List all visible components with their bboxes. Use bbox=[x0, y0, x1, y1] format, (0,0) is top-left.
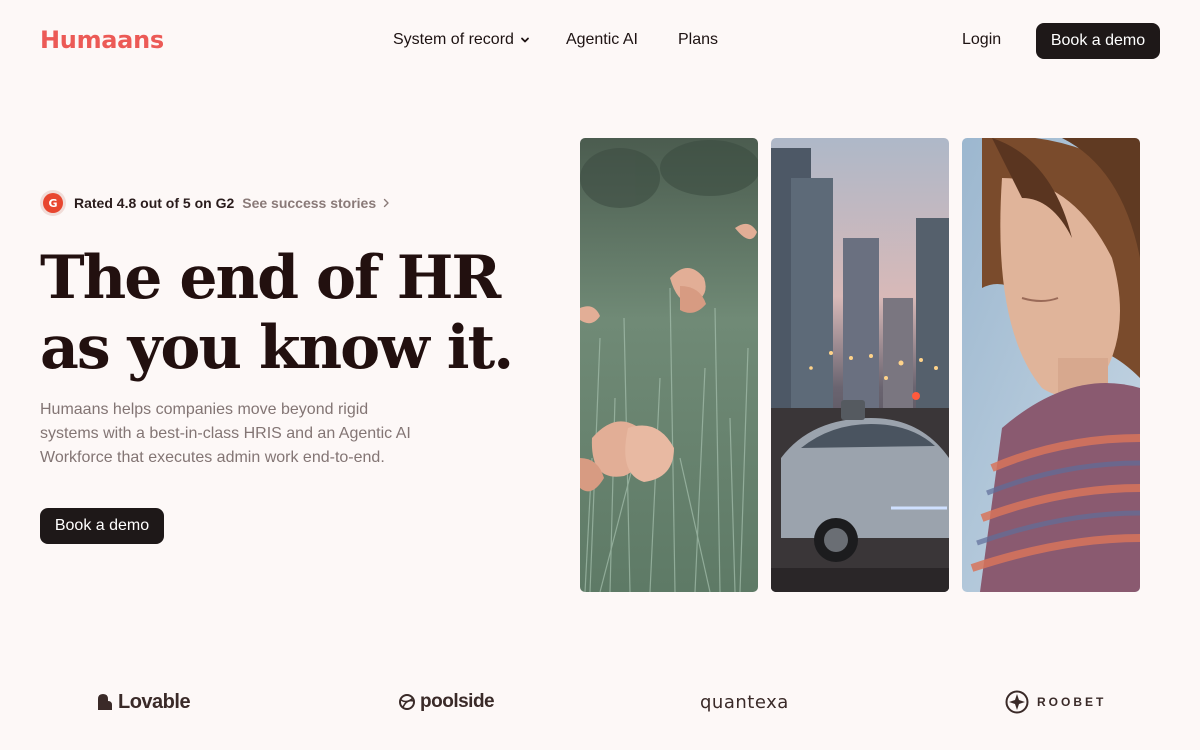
roobet-badge-icon bbox=[1005, 690, 1029, 714]
logo-poolside-text: poolside bbox=[420, 691, 495, 712]
headline-line-2: as you know it. bbox=[40, 313, 514, 383]
customer-logos: Lovable poolside quantexa ROOBET bbox=[0, 686, 1200, 718]
logo-quantexa: quantexa bbox=[700, 686, 789, 718]
hero-subtext: Humaans helps companies move beyond rigi… bbox=[40, 401, 411, 466]
nav-agentic-ai[interactable]: Agentic AI bbox=[566, 31, 638, 49]
g2-icon-letter: G bbox=[43, 193, 63, 213]
g2-icon: G bbox=[40, 190, 66, 216]
brand-logo[interactable]: Humaans bbox=[40, 26, 164, 54]
woman-portrait-photo bbox=[962, 138, 1140, 592]
nav-plans[interactable]: Plans bbox=[678, 31, 718, 49]
poolside-globe-icon bbox=[398, 693, 416, 711]
logo-roobet-text: ROOBET bbox=[1037, 695, 1107, 709]
hero-headline: The end of HR as you know it. bbox=[40, 243, 560, 383]
autonomous-car-city-photo bbox=[771, 138, 949, 592]
header-book-demo-button[interactable]: Book a demo bbox=[1036, 23, 1160, 59]
logo-lovable: Lovable bbox=[96, 686, 191, 718]
login-link[interactable]: Login bbox=[962, 31, 1001, 49]
chevron-right-icon bbox=[382, 198, 390, 208]
logo-lovable-text: Lovable bbox=[118, 690, 191, 713]
main-nav: System of record Agentic AI Plans bbox=[393, 31, 718, 49]
logo-roobet: ROOBET bbox=[1005, 686, 1106, 718]
chevron-down-icon bbox=[520, 35, 530, 45]
success-stories-label: See success stories bbox=[242, 195, 377, 211]
nav-system-of-record[interactable]: System of record bbox=[393, 31, 530, 49]
nav-label: System of record bbox=[393, 31, 514, 48]
headline-line-1: The end of HR bbox=[40, 243, 501, 313]
success-stories-link[interactable]: See success stories bbox=[242, 195, 390, 211]
logo-poolside: poolside bbox=[398, 686, 495, 718]
logo-quantexa-text: quantexa bbox=[700, 691, 789, 713]
poppy-meadow-photo bbox=[580, 138, 758, 592]
rating-text: Rated 4.8 out of 5 on G2 bbox=[74, 195, 235, 211]
lovable-heart-icon bbox=[96, 693, 114, 711]
hero-book-demo-button[interactable]: Book a demo bbox=[40, 508, 164, 544]
rating-row: G Rated 4.8 out of 5 on G2 See success s… bbox=[40, 190, 390, 216]
